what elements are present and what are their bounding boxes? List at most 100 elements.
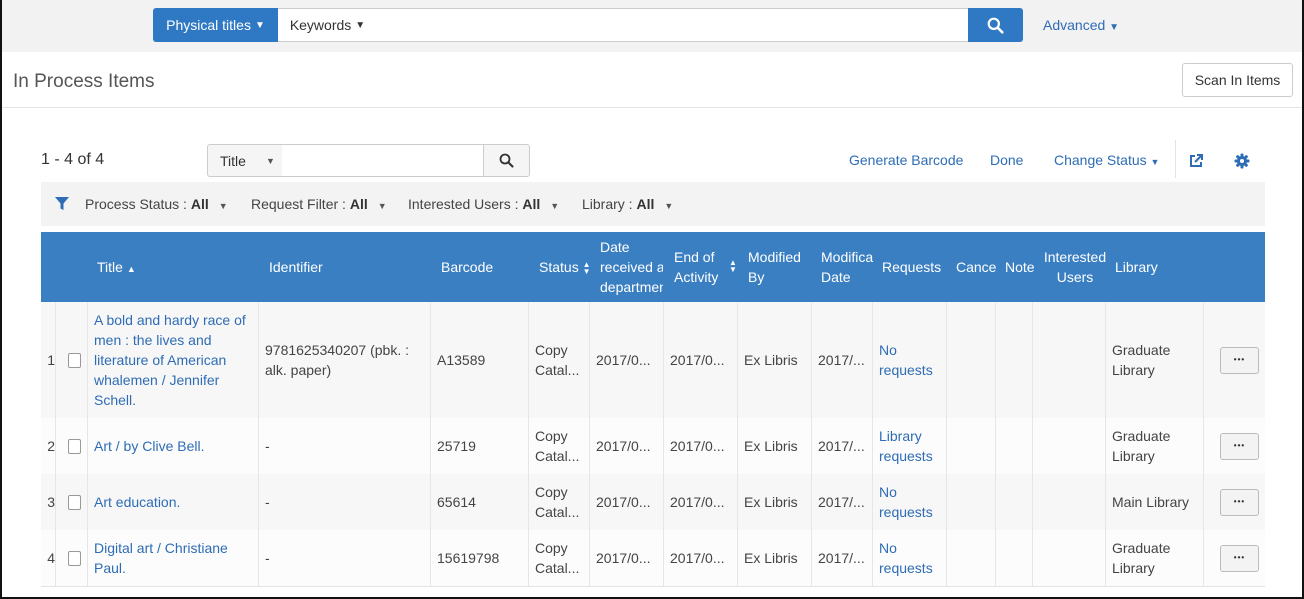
column-label-line: Date <box>600 239 630 255</box>
item-title-link[interactable]: Art / by Clive Bell. <box>94 436 204 456</box>
column-header-title[interactable]: Title ▲ <box>97 257 136 279</box>
barcode-cell: A13589 <box>430 302 528 418</box>
item-title-link[interactable]: A bold and hardy race of men : the lives… <box>94 310 252 410</box>
modified-by-cell: Ex Libris <box>737 302 811 418</box>
modified-by-cell: Ex Libris <box>744 494 798 510</box>
column-header-barcode[interactable]: Barcode <box>441 257 493 277</box>
requests-link[interactable]: Library requests <box>879 426 940 466</box>
cancel-cell <box>946 418 995 474</box>
item-title-link[interactable]: Digital art / Christiane Paul. <box>94 538 252 578</box>
requests-cell: No requests <box>872 474 946 530</box>
date-received-cell: 2017/0... <box>596 494 651 510</box>
change-status-dropdown[interactable]: Change Status ▼ <box>1054 152 1159 168</box>
end-of-activity-cell: 2017/0... <box>663 474 737 530</box>
row-number: 2 <box>47 438 55 454</box>
row-checkbox[interactable] <box>68 352 81 368</box>
header-divider <box>0 107 1304 108</box>
end-of-activity-cell: 2017/0... <box>670 352 725 368</box>
column-title-label: Title <box>97 259 123 275</box>
column-header-date-received[interactable]: Date received a departmen <box>600 237 663 297</box>
settings-button[interactable] <box>1233 152 1251 170</box>
row-number: 3 <box>41 474 55 530</box>
scan-in-items-button[interactable]: Scan In Items <box>1182 63 1293 97</box>
library-filter[interactable]: Library : All ▼ <box>582 196 673 212</box>
column-label-line: received a <box>600 259 663 275</box>
search-type-dropdown[interactable]: Keywords ▼ <box>278 8 378 42</box>
search-scope-dropdown[interactable]: Physical titles ▼ <box>153 8 278 42</box>
note-cell <box>995 474 1032 530</box>
column-header-requests[interactable]: Requests <box>882 257 941 277</box>
requests-cell: Library requests <box>872 418 946 474</box>
request-filter[interactable]: Request Filter : All ▼ <box>251 196 387 212</box>
identifier-cell: - <box>258 474 430 530</box>
column-header-modification-date[interactable]: Modifica Date <box>821 247 875 287</box>
date-received-cell: 2017/0... <box>596 550 651 566</box>
search-icon <box>987 17 1004 34</box>
list-search-button[interactable] <box>483 144 530 177</box>
column-header-interested-users[interactable]: Interested Users <box>1042 247 1108 287</box>
column-header-note[interactable]: Note <box>1005 257 1034 277</box>
row-checkbox-cell <box>55 530 87 586</box>
end-of-activity-cell: 2017/0... <box>670 438 725 454</box>
modification-date-cell: 2017/... <box>818 550 865 566</box>
row-actions-button[interactable]: ••• <box>1220 346 1259 374</box>
modified-by-cell: Ex Libris <box>744 550 798 566</box>
library-cell: Graduate Library <box>1105 302 1203 418</box>
requests-link[interactable]: No requests <box>879 538 940 578</box>
advanced-search-link[interactable]: Advanced ▼ <box>1043 17 1119 33</box>
caret-down-icon: ▼ <box>355 19 366 31</box>
generate-barcode-link[interactable]: Generate Barcode <box>849 152 963 168</box>
done-link[interactable]: Done <box>990 152 1023 168</box>
search-button[interactable] <box>968 8 1023 42</box>
modification-date-cell: 2017/... <box>818 352 865 368</box>
main-search-input[interactable] <box>377 8 969 42</box>
column-label-line: Activity <box>674 269 719 285</box>
date-received-cell: 2017/0... <box>589 418 663 474</box>
caret-down-icon: ▼ <box>550 201 560 211</box>
filter-bar: Process Status : All ▼ Request Filter : A… <box>41 182 1265 226</box>
ellipsis-icon: ••• <box>1233 441 1246 450</box>
barcode-cell: 25719 <box>437 438 476 454</box>
requests-link[interactable]: No requests <box>879 482 940 522</box>
item-title-link[interactable]: Art education. <box>94 492 180 512</box>
ellipsis-icon: ••• <box>1233 497 1246 506</box>
column-header-status[interactable]: Status ▲ ▼ <box>539 257 591 277</box>
date-received-cell: 2017/0... <box>589 474 663 530</box>
modification-date-cell: 2017/... <box>811 302 872 418</box>
change-status-label: Change Status <box>1054 152 1147 168</box>
requests-link[interactable]: No requests <box>879 340 940 380</box>
status-cell: Copy Catal... <box>535 428 580 464</box>
row-checkbox[interactable] <box>68 550 81 566</box>
search-scope-label: Physical titles <box>166 17 251 33</box>
list-search-input[interactable] <box>282 144 484 177</box>
process-status-filter[interactable]: Process Status : All ▼ <box>85 196 228 212</box>
row-checkbox[interactable] <box>68 494 81 510</box>
modification-date-cell: 2017/... <box>818 494 865 510</box>
column-label-line: Modified <box>748 249 801 265</box>
interested-users-filter[interactable]: Interested Users : All ▼ <box>408 196 559 212</box>
row-checkbox[interactable] <box>68 438 81 454</box>
row-actions-button[interactable]: ••• <box>1220 488 1259 516</box>
library-cell: Graduate Library <box>1112 342 1171 378</box>
column-label-line: Interested <box>1043 249 1107 265</box>
column-header-library[interactable]: Library <box>1115 257 1158 277</box>
modified-by-cell: Ex Libris <box>737 474 811 530</box>
caret-down-icon: ▼ <box>1150 157 1160 167</box>
column-header-cancel[interactable]: Cance <box>956 257 998 277</box>
item-title-cell: Art / by Clive Bell. <box>87 418 258 474</box>
column-header-modified-by[interactable]: Modified By <box>748 247 801 287</box>
modification-date-cell: 2017/... <box>818 438 865 454</box>
date-received-cell: 2017/0... <box>589 530 663 586</box>
column-label-line: End of <box>674 249 715 265</box>
top-search-bar: Physical titles ▼ Keywords ▼ Advanced ▼ <box>0 0 1304 52</box>
row-actions-button[interactable]: ••• <box>1220 432 1259 460</box>
caret-down-icon: ▼ <box>265 155 275 166</box>
column-header-end-of-activity[interactable]: End of Activity <box>674 247 718 287</box>
export-button[interactable] <box>1187 152 1205 170</box>
ellipsis-icon: ••• <box>1233 355 1246 364</box>
end-of-activity-cell: 2017/0... <box>663 418 737 474</box>
column-header-identifier[interactable]: Identifier <box>269 257 323 277</box>
modified-by-cell: Ex Libris <box>744 438 798 454</box>
search-field-select[interactable]: Title ▼ <box>207 144 283 177</box>
row-actions-button[interactable]: ••• <box>1220 544 1259 572</box>
